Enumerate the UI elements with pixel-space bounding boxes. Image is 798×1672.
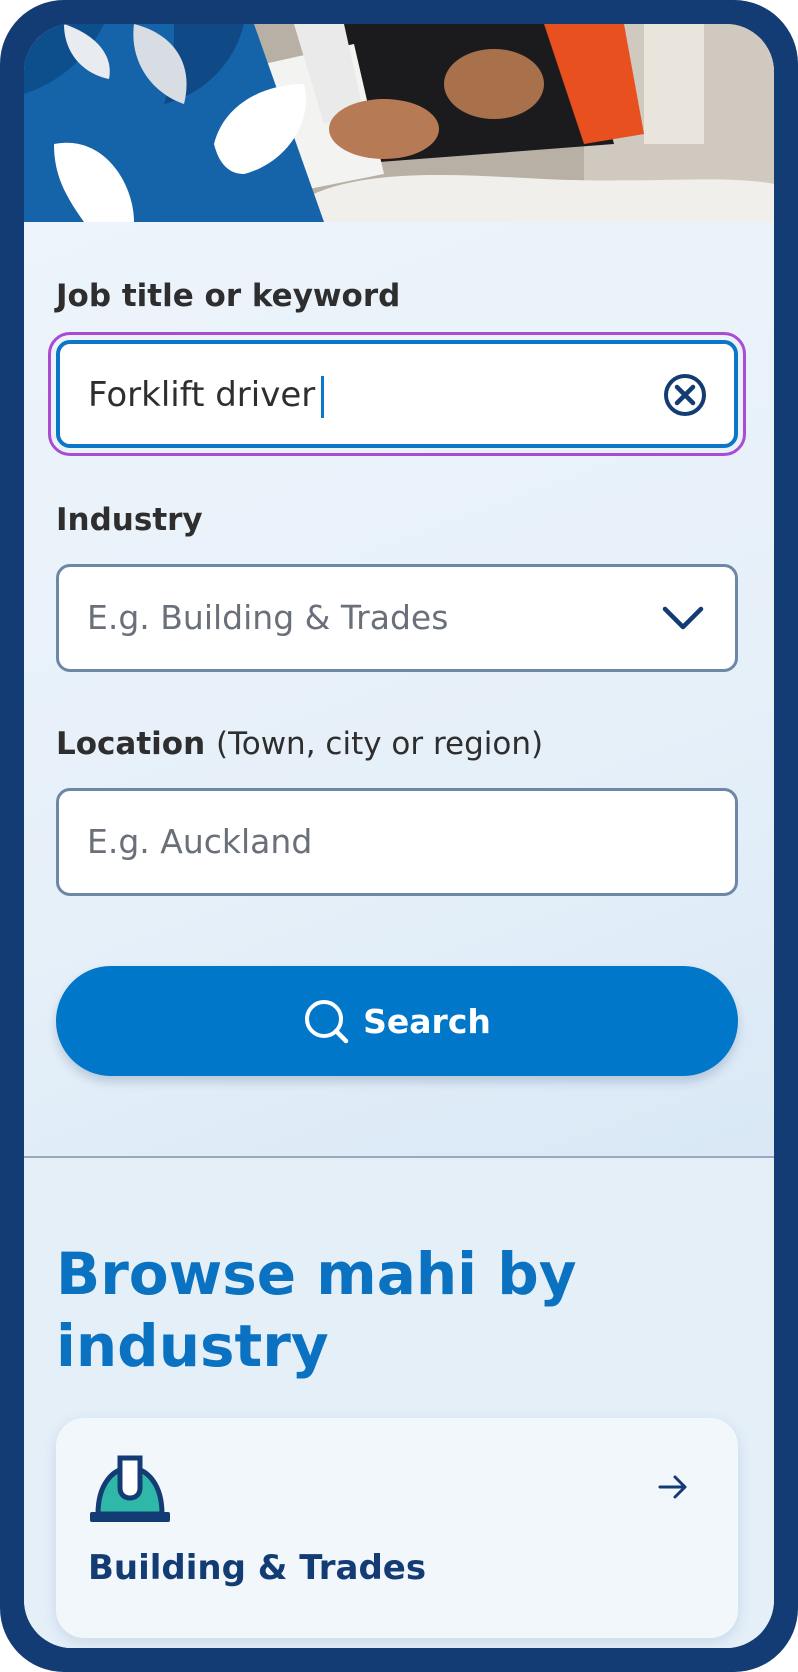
app-screen: Job title or keyword Forklift driver Ind… [24, 24, 774, 1648]
arrow-right-icon [658, 1475, 687, 1499]
hard-hat-icon [90, 1455, 170, 1522]
search-icon [305, 1000, 349, 1044]
location-input[interactable]: E.g. Auckland [56, 788, 738, 896]
location-placeholder: E.g. Auckland [87, 822, 313, 861]
search-button-label: Search [363, 1001, 491, 1041]
browse-industry-section: Browse mahi by industry Building & Trade… [24, 1158, 774, 1648]
keyword-input-value: Forklift driver [88, 344, 325, 446]
browse-title: Browse mahi by industry [56, 1240, 577, 1380]
industry-card-building-trades[interactable]: Building & Trades [56, 1418, 738, 1638]
location-hint: (Town, city or region) [215, 726, 544, 762]
hero-banner [24, 24, 774, 222]
text-caret [321, 375, 325, 418]
search-button[interactable]: Search [56, 966, 738, 1076]
chevron-down-icon [662, 606, 704, 630]
industry-select[interactable]: E.g. Building & Trades [56, 564, 738, 672]
close-circle-icon[interactable] [662, 372, 708, 418]
keyword-label: Job title or keyword [56, 278, 401, 314]
location-label: Location (Town, city or region) [56, 726, 544, 762]
industry-placeholder: E.g. Building & Trades [87, 598, 449, 637]
keyword-input[interactable]: Forklift driver [48, 332, 746, 456]
industry-card-label: Building & Trades [88, 1548, 427, 1588]
industry-label: Industry [56, 502, 203, 538]
device-frame: Job title or keyword Forklift driver Ind… [0, 0, 798, 1672]
hero-image [24, 24, 774, 222]
job-search-form: Job title or keyword Forklift driver Ind… [24, 222, 774, 1158]
